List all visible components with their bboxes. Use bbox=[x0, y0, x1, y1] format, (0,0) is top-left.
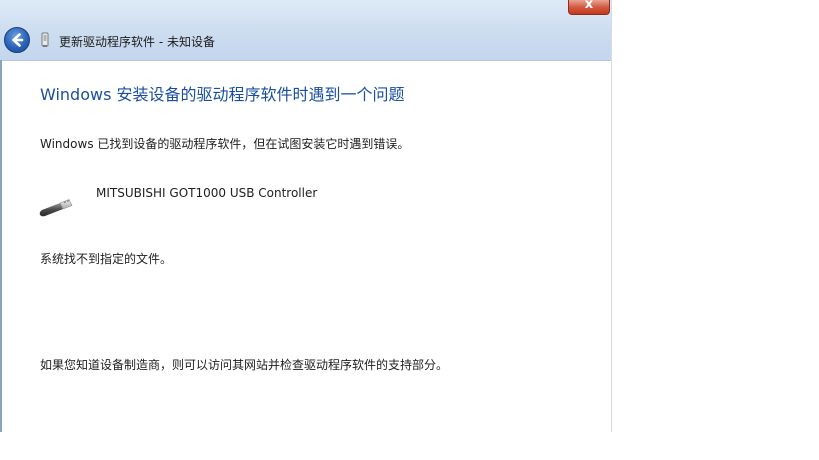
page-heading: Windows 安装设备的驱动程序软件时遇到一个问题 bbox=[40, 85, 405, 104]
screen: x 更新驱动程序软件 - 未知设备 Windows 安装设备的驱动程序软件时遇到… bbox=[0, 0, 819, 460]
close-button[interactable]: x bbox=[568, 0, 610, 15]
error-message: 系统找不到指定的文件。 bbox=[40, 252, 173, 266]
device-icon bbox=[41, 32, 49, 47]
device-name: MITSUBISHI GOT1000 USB Controller bbox=[96, 186, 318, 200]
back-arrow-icon bbox=[12, 33, 24, 47]
window-title: 更新驱动程序软件 - 未知设备 bbox=[59, 35, 215, 49]
update-driver-dialog: x 更新驱动程序软件 - 未知设备 Windows 安装设备的驱动程序软件时遇到… bbox=[0, 0, 612, 432]
title-bar[interactable]: x 更新驱动程序软件 - 未知设备 bbox=[0, 0, 611, 61]
window-left-border bbox=[0, 60, 2, 432]
back-button[interactable] bbox=[4, 27, 30, 53]
support-hint: 如果您知道设备制造商，则可以访问其网站并检查驱动程序软件的支持部分。 bbox=[40, 358, 449, 372]
close-icon: x bbox=[584, 0, 594, 12]
found-driver-message: Windows 已找到设备的驱动程序软件，但在试图安装它时遇到错误。 bbox=[40, 137, 410, 151]
usb-plug-icon bbox=[39, 199, 73, 217]
